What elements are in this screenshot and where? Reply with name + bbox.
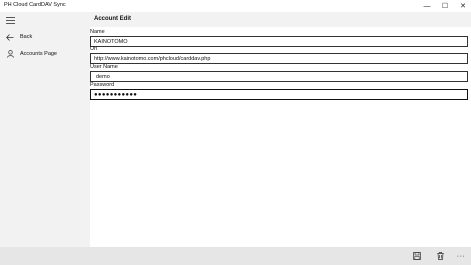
person-icon (0, 50, 20, 58)
trash-icon[interactable] (434, 250, 446, 262)
window-title: PH Cloud CardDAV Sync (4, 2, 66, 8)
close-button[interactable]: ✕ (455, 0, 471, 12)
username-field[interactable]: demo (90, 71, 468, 82)
sidebar-item-label: Back (20, 34, 33, 40)
username-label: User Name (90, 64, 118, 70)
save-icon[interactable] (411, 250, 423, 262)
name-field[interactable]: KAINOTOMO (90, 36, 468, 47)
command-bar: ··· (0, 247, 471, 265)
url-value: http://www.kainotomo.com/phcloud/carddav… (94, 55, 211, 62)
username-value: demo (96, 73, 110, 80)
maximize-button[interactable]: ☐ (437, 0, 453, 12)
url-label: Url (90, 46, 98, 52)
name-value: KAINOTOMO (94, 38, 128, 45)
password-field[interactable]: ●●●●●●●●●●● (90, 89, 468, 100)
sidebar-item-back[interactable]: Back (0, 30, 90, 44)
page-title: Account Edit (94, 16, 131, 22)
hamburger-icon[interactable] (4, 14, 16, 26)
name-label: Name (90, 29, 105, 35)
sidebar-item-accounts-page[interactable]: Accounts Page (0, 47, 90, 61)
page-header: Account Edit (90, 12, 471, 27)
password-value: ●●●●●●●●●●● (94, 91, 138, 98)
sidebar-item-label: Accounts Page (20, 51, 57, 57)
sidebar: Back Accounts Page (0, 12, 90, 247)
password-label: Password (90, 82, 115, 88)
url-field[interactable]: http://www.kainotomo.com/phcloud/carddav… (90, 53, 468, 64)
minimize-button[interactable]: — (419, 0, 435, 12)
more-button[interactable]: ··· (455, 250, 467, 262)
title-bar: PH Cloud CardDAV Sync — ☐ ✕ (0, 0, 471, 12)
back-arrow-icon (0, 33, 20, 41)
